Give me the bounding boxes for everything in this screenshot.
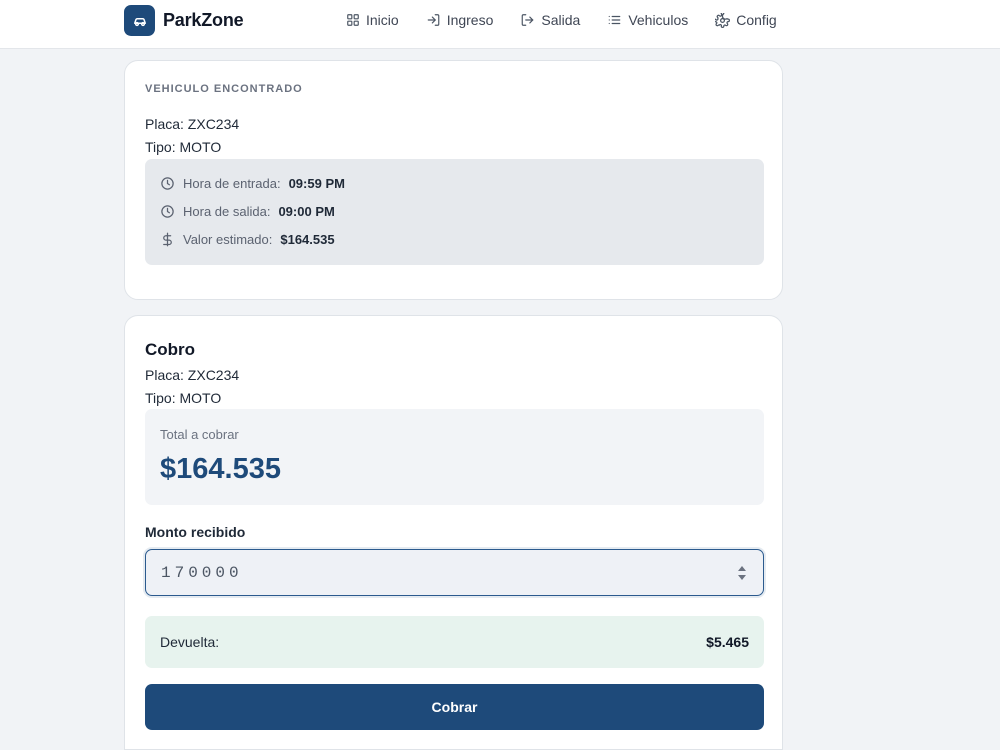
total-value: $164.535 <box>160 453 281 485</box>
change-box: Devuelta: $5.465 <box>145 616 764 668</box>
total-label: Total a cobrar <box>160 427 239 442</box>
nav-label: Ingreso <box>446 12 494 28</box>
clock-icon <box>161 177 174 190</box>
vehicle-plate: Placa: ZXC234 <box>145 116 240 132</box>
clock-icon <box>161 205 174 218</box>
change-label: Devuelta: <box>160 634 220 650</box>
exit-time-label: Hora de salida: <box>183 204 271 219</box>
amount-received-value: 170000 <box>161 564 243 582</box>
dollar-icon <box>163 232 172 247</box>
main-nav: Inicio Ingreso Salida Vehiculos Config <box>346 12 777 28</box>
number-spinner-icon[interactable] <box>737 564 747 582</box>
grid-icon <box>347 14 359 26</box>
section-eyebrow: VEHICULO ENCONTRADO <box>145 83 303 95</box>
amount-received-label: Monto recibido <box>145 524 246 540</box>
vehicle-type: Tipo: MOTO <box>145 139 222 155</box>
nav-item-salida[interactable]: Salida <box>520 12 580 28</box>
estimated-value-label: Valor estimado: <box>183 232 273 247</box>
gear-icon <box>715 12 731 28</box>
payment-title: Cobro <box>145 340 196 359</box>
total-box: Total a cobrar $164.535 <box>145 409 764 505</box>
time-summary-box: Hora de entrada: 09:59 PM Hora de salida… <box>145 159 764 265</box>
nav-item-ingreso[interactable]: Ingreso <box>426 12 494 28</box>
cobrar-button[interactable]: Cobrar <box>145 684 764 730</box>
brand-name: ParkZone <box>163 10 244 30</box>
amount-received-input[interactable]: 170000 <box>145 549 764 596</box>
logout-arrow-icon <box>522 14 534 26</box>
nav-label: Inicio <box>366 12 399 28</box>
payment-card: Cobro Placa: ZXC234 Tipo: MOTO Total a c… <box>124 315 783 750</box>
entry-time-label: Hora de entrada: <box>183 176 281 191</box>
entry-time-value: 09:59 PM <box>288 176 345 191</box>
payment-type: Tipo: MOTO <box>145 390 222 406</box>
payment-plate: Placa: ZXC234 <box>145 367 240 383</box>
vehicle-found-card: VEHICULO ENCONTRADO Placa: ZXC234 Tipo: … <box>124 60 783 300</box>
exit-time-row: Hora de salida: 09:00 PM <box>160 204 335 219</box>
car-icon <box>124 5 155 36</box>
exit-time-value: 09:00 PM <box>278 204 335 219</box>
nav-label: Salida <box>541 12 581 28</box>
top-nav-bar: ParkZone Inicio Ingreso Salida Vehiculos… <box>0 0 1000 49</box>
nav-item-vehiculos[interactable]: Vehiculos <box>607 12 688 28</box>
entry-time-row: Hora de entrada: 09:59 PM <box>160 176 345 191</box>
change-value: $5.465 <box>706 634 749 650</box>
nav-label: Vehiculos <box>628 12 689 28</box>
estimated-value-row: Valor estimado: $164.535 <box>160 232 335 247</box>
nav-item-config[interactable]: Config <box>715 12 777 28</box>
list-icon <box>608 15 621 25</box>
nav-label: Config <box>736 12 777 28</box>
brand[interactable]: ParkZone <box>124 5 244 36</box>
login-arrow-icon <box>427 14 440 26</box>
estimated-value: $164.535 <box>280 232 335 247</box>
nav-item-inicio[interactable]: Inicio <box>346 12 399 28</box>
